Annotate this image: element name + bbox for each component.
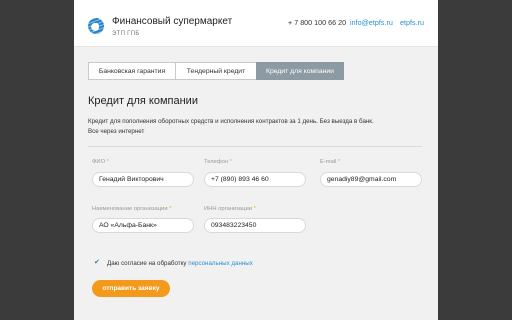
required-mark: *	[253, 206, 256, 212]
header: Финансовый супермаркет ЭТП ГПБ + 7 800 1…	[74, 0, 438, 47]
inn-label-text: ИНН организации	[204, 206, 252, 212]
required-mark: *	[169, 206, 172, 212]
phone-number[interactable]: + 7 800 100 66 20	[288, 18, 346, 27]
required-mark: *	[106, 159, 109, 165]
consent-checkbox[interactable]: ✔	[94, 259, 100, 266]
tab-bank-guarantee[interactable]: Банковская гарантия	[88, 62, 176, 80]
required-mark: *	[338, 159, 341, 165]
required-mark: *	[229, 159, 232, 165]
org-name-label-text: Наименование организации	[92, 206, 168, 212]
fio-label-text: ФИО	[92, 159, 106, 165]
phone-label: Телефон *	[204, 159, 232, 165]
fio-label: ФИО *	[92, 159, 109, 165]
description-line-1: Кредит для пополнения оборотных средств …	[88, 118, 374, 125]
tab-company-credit[interactable]: Кредит для компании	[256, 62, 344, 80]
phone-label-text: Телефон	[204, 159, 229, 165]
email-label-text: E-mail	[320, 159, 337, 165]
tab-tender-credit[interactable]: Тендерный кредит	[175, 62, 257, 80]
org-name-input[interactable]: АО «Альфа-Банк»	[92, 218, 194, 233]
email-input[interactable]: genadiy89@gmail.com	[320, 172, 422, 187]
logo-icon[interactable]	[88, 18, 104, 34]
site-link[interactable]: etpfs.ru	[400, 18, 424, 27]
email-label: E-mail *	[320, 159, 340, 165]
phone-input[interactable]: +7 (890) 893 46 60	[204, 172, 306, 187]
inn-input[interactable]: 093483223450	[204, 218, 306, 233]
consent-text: Даю согласие на обработку персональных д…	[107, 260, 253, 267]
email-link[interactable]: info@etpfs.ru	[350, 18, 393, 27]
inn-label: ИНН организации *	[204, 206, 256, 212]
personal-data-link[interactable]: персональных данных	[188, 260, 253, 267]
brand-name[interactable]: Финансовый супермаркет	[112, 16, 232, 27]
tabs: Банковская гарантия Тендерный кредит Кре…	[88, 62, 344, 80]
fio-input[interactable]: Генадий Викторович	[92, 172, 194, 187]
form-title: Кредит для компании	[88, 95, 198, 107]
consent-label: Даю согласие на обработку	[107, 260, 187, 267]
brand-subtitle: ЭТП ГПБ	[112, 31, 140, 37]
submit-button[interactable]: отправить заявку	[92, 280, 170, 297]
divider	[88, 146, 422, 147]
description-line-2: Все через интернет	[88, 128, 145, 135]
org-name-label: Наименование организации *	[92, 206, 171, 212]
form-description: Кредит для пополнения оборотных средств …	[88, 117, 388, 137]
page-frame: Финансовый супермаркет ЭТП ГПБ + 7 800 1…	[74, 0, 438, 320]
